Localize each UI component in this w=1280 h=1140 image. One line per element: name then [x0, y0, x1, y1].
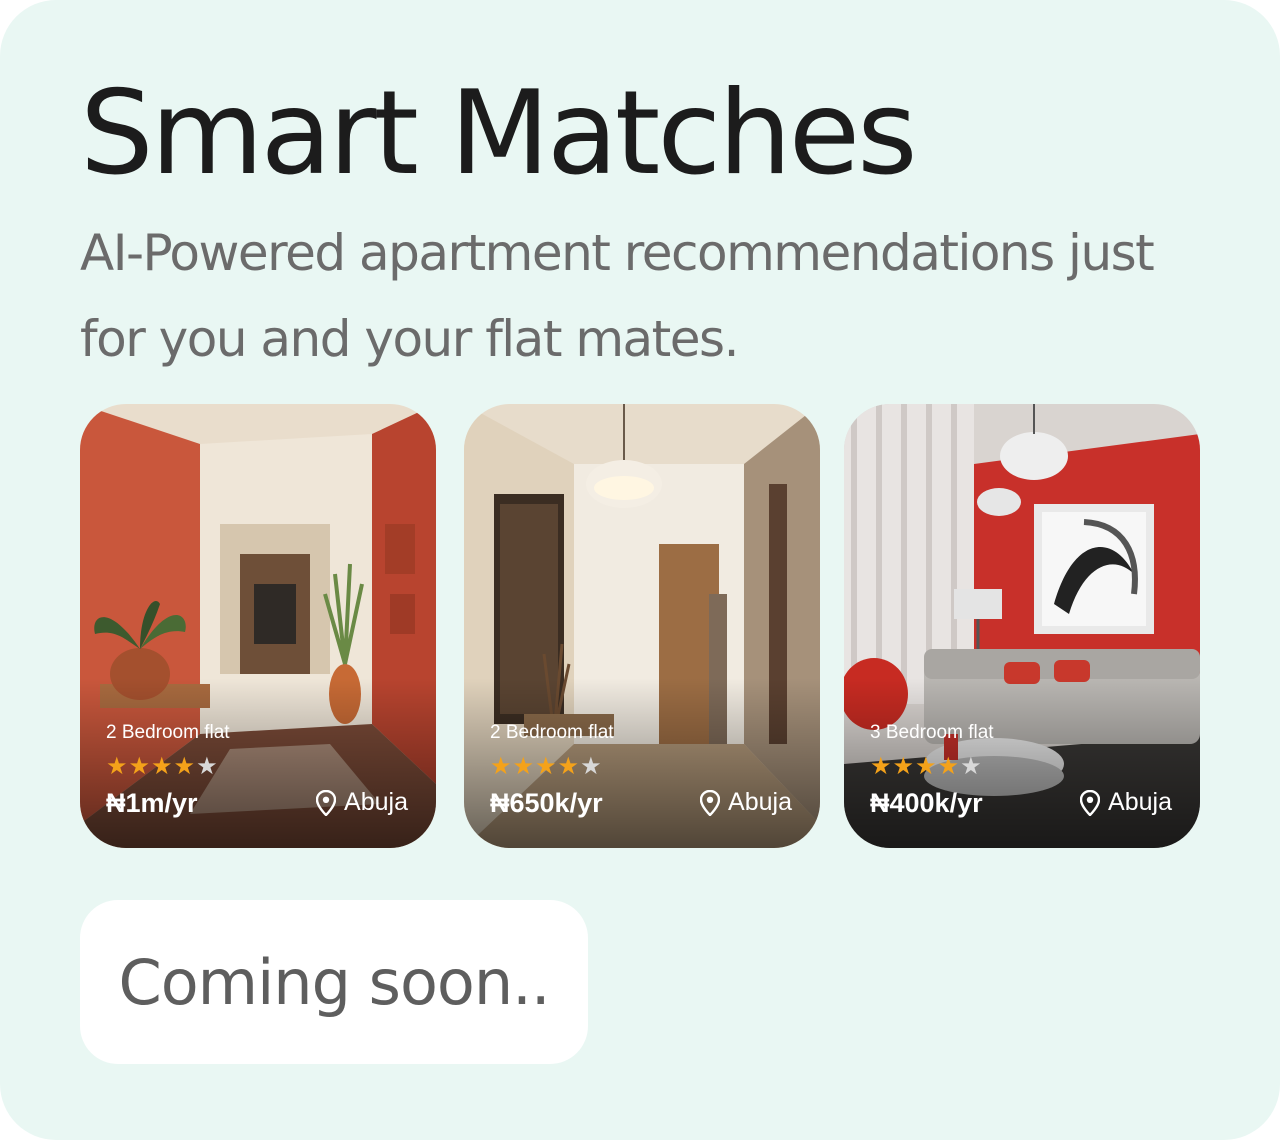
listing-location-label: Abuja	[344, 788, 408, 816]
star-icon: ★	[535, 753, 557, 780]
coming-soon-button[interactable]: Coming soon..	[80, 900, 588, 1064]
star-icon: ★	[490, 753, 512, 780]
listing-location: Abuja	[316, 788, 408, 817]
listing-type: 2 Bedroom flat	[490, 722, 614, 743]
star-icon: ★	[937, 753, 960, 780]
map-pin-icon	[700, 789, 721, 816]
star-icon: ★	[173, 753, 196, 780]
listing-card[interactable]: 3 Bedroom flat ★ ★ ★ ★ ★ ₦400k/yr Abuja	[844, 404, 1200, 848]
listing-card[interactable]: 2 Bedroom flat ★ ★ ★ ★ ★ ₦1m/yr Abuja	[80, 404, 436, 848]
star-icon: ★	[512, 753, 535, 780]
star-icon: ★	[196, 753, 218, 780]
listing-type: 3 Bedroom flat	[870, 722, 994, 743]
listing-card[interactable]: 2 Bedroom flat ★ ★ ★ ★ ★ ₦650k/yr Abuja	[464, 404, 820, 848]
page-subtitle: AI-Powered apartment recommendations jus…	[80, 224, 1155, 368]
rating-stars: ★ ★ ★ ★ ★	[106, 754, 218, 780]
star-icon: ★	[915, 753, 937, 780]
smart-matches-panel: Smart Matches AI-Powered apartment recom…	[0, 0, 1280, 1140]
page-title: Smart Matches	[80, 66, 918, 201]
listing-price: ₦400k/yr	[870, 788, 983, 818]
star-icon: ★	[580, 753, 602, 780]
listing-type: 2 Bedroom flat	[106, 722, 230, 743]
listing-price: ₦650k/yr	[490, 788, 603, 818]
star-icon: ★	[151, 753, 173, 780]
star-icon: ★	[892, 753, 915, 780]
map-pin-icon	[316, 789, 337, 816]
star-icon: ★	[128, 753, 151, 780]
star-icon: ★	[960, 753, 982, 780]
star-icon: ★	[106, 753, 128, 780]
listing-location-label: Abuja	[1108, 788, 1172, 816]
star-icon: ★	[870, 753, 892, 780]
star-icon: ★	[557, 753, 580, 780]
listing-location: Abuja	[700, 788, 792, 817]
map-pin-icon	[1080, 789, 1101, 816]
listing-location-label: Abuja	[728, 788, 792, 816]
listing-location: Abuja	[1080, 788, 1172, 817]
rating-stars: ★ ★ ★ ★ ★	[870, 754, 982, 780]
rating-stars: ★ ★ ★ ★ ★	[490, 754, 602, 780]
listing-price: ₦1m/yr	[106, 788, 198, 818]
